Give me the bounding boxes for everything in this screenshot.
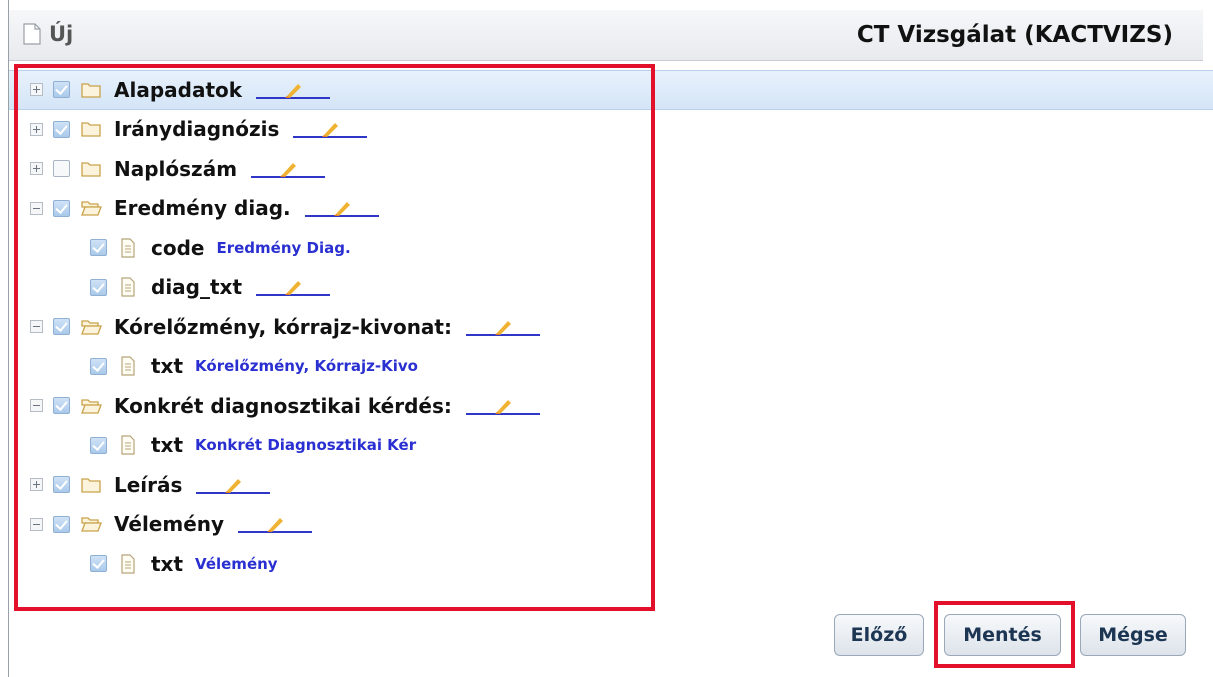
edit-link[interactable] — [304, 197, 379, 219]
folder-open-icon — [81, 399, 102, 414]
new-page-icon — [23, 23, 41, 45]
tree-label: Naplószám — [114, 156, 238, 181]
tree-label: Leírás — [114, 472, 183, 497]
expand-icon[interactable] — [30, 83, 43, 97]
checkbox-velemeny-txt[interactable] — [90, 555, 107, 573]
document-icon — [121, 238, 135, 258]
tree-row-konkret-txt[interactable]: txt Konkrét Diagnosztikai Kér — [9, 426, 1213, 466]
tree-row-velemeny-txt[interactable]: txt Vélemény — [9, 544, 1213, 584]
page-title: CT Vizsgálat (KACTVIZS) — [856, 22, 1173, 48]
folder-closed-icon — [81, 162, 101, 177]
folder-closed-icon — [81, 83, 101, 98]
field-value-link[interactable]: Eredmény Diag. — [216, 239, 350, 257]
cancel-button[interactable]: Mégse — [1080, 614, 1186, 656]
tree-row-diag-txt[interactable]: diag_txt — [9, 268, 1213, 308]
edit-link[interactable] — [293, 118, 368, 140]
tree-row-iranydiagnozis[interactable]: Iránydiagnózis — [9, 110, 1213, 150]
expand-icon[interactable] — [30, 162, 43, 176]
edit-link[interactable] — [238, 513, 313, 535]
collapse-icon[interactable] — [30, 517, 43, 531]
collapse-icon[interactable] — [30, 320, 43, 334]
checkbox-korelozmeny-txt[interactable] — [90, 357, 107, 375]
folder-closed-icon — [81, 478, 101, 493]
tree-label: Kórelőzmény, kórrajz-kivonat: — [114, 314, 452, 339]
edit-link[interactable] — [256, 79, 331, 101]
document-icon — [121, 435, 135, 455]
tree-label: Konkrét diagnosztikai kérdés: — [114, 393, 452, 418]
tree-label: Vélemény — [114, 512, 225, 537]
checkbox-velemeny[interactable] — [53, 515, 70, 533]
edit-link[interactable] — [465, 395, 540, 417]
tree-row-alapadatok[interactable]: Alapadatok — [9, 70, 1213, 110]
folder-open-icon — [81, 320, 102, 335]
folder-open-icon — [81, 517, 102, 532]
edit-link[interactable] — [196, 474, 271, 496]
tree-row-korelozmeny-txt[interactable]: txt Kórelőzmény, Kórrajz-Kivo — [9, 347, 1213, 387]
checkbox-naploszam[interactable] — [53, 160, 70, 178]
pencil-edit-icon — [225, 478, 242, 493]
pencil-edit-icon — [280, 162, 297, 177]
collapse-icon[interactable] — [30, 201, 43, 215]
pencil-edit-icon — [267, 518, 284, 533]
header-bar: Új CT Vizsgálat (KACTVIZS) — [9, 10, 1203, 61]
checkbox-leiras[interactable] — [53, 476, 70, 494]
collapse-icon[interactable] — [30, 399, 43, 413]
expand-icon[interactable] — [30, 122, 43, 136]
section-tree: Alapadatok Iránydiagnózis Naplószám Ered… — [9, 70, 1213, 584]
expand-icon[interactable] — [30, 478, 43, 492]
pencil-edit-icon — [285, 281, 302, 296]
new-record[interactable]: Új — [23, 22, 73, 46]
pencil-edit-icon — [285, 83, 302, 98]
tree-row-naploszam[interactable]: Naplószám — [9, 149, 1213, 189]
checkbox-konkret-txt[interactable] — [90, 436, 107, 454]
checkbox-code[interactable] — [90, 239, 107, 257]
tree-row-konkret-kerdes[interactable]: Konkrét diagnosztikai kérdés: — [9, 386, 1213, 426]
tree-label: txt — [151, 551, 184, 576]
checkbox-iranydiagnozis[interactable] — [53, 120, 70, 138]
save-button[interactable]: Mentés — [944, 614, 1061, 656]
checkbox-korelozmeny[interactable] — [53, 318, 70, 336]
document-icon — [121, 277, 135, 297]
tree-label: Alapadatok — [114, 77, 243, 102]
document-icon — [121, 356, 135, 376]
tree-row-code[interactable]: code Eredmény Diag. — [9, 228, 1213, 268]
tree-label: diag_txt — [151, 275, 243, 300]
tree-row-eredmeny-diag[interactable]: Eredmény diag. — [9, 189, 1213, 229]
edit-link[interactable] — [466, 316, 540, 338]
tree-label: txt — [151, 354, 184, 379]
checkbox-alapadatok[interactable] — [53, 81, 70, 99]
field-value-link[interactable]: Vélemény — [195, 555, 278, 573]
tree-row-korelozmeny[interactable]: Kórelőzmény, kórrajz-kivonat: — [9, 307, 1213, 347]
pencil-edit-icon — [322, 123, 339, 138]
tree-row-leiras[interactable]: Leírás — [9, 465, 1213, 505]
edit-link[interactable] — [256, 276, 331, 298]
field-value-link[interactable]: Kórelőzmény, Kórrajz-Kivo — [195, 357, 418, 375]
tree-label: Eredmény diag. — [114, 196, 291, 221]
new-label: Új — [49, 22, 74, 46]
pencil-edit-icon — [333, 202, 350, 217]
checkbox-konkret-kerdes[interactable] — [53, 397, 70, 415]
pencil-edit-icon — [494, 399, 511, 414]
folder-closed-icon — [81, 122, 101, 137]
tree-label: Iránydiagnózis — [114, 117, 280, 142]
tree-label: code — [151, 235, 205, 260]
document-icon — [121, 554, 135, 574]
tree-row-velemeny[interactable]: Vélemény — [9, 505, 1213, 545]
edit-link[interactable] — [251, 158, 326, 180]
field-value-link[interactable]: Konkrét Diagnosztikai Kér — [195, 436, 416, 454]
checkbox-eredmeny-diag[interactable] — [53, 199, 70, 217]
prev-button[interactable]: Előző — [834, 614, 924, 656]
tree-label: txt — [151, 433, 184, 458]
pencil-edit-icon — [495, 320, 511, 335]
checkbox-diag-txt[interactable] — [90, 278, 107, 296]
folder-open-icon — [81, 201, 102, 216]
